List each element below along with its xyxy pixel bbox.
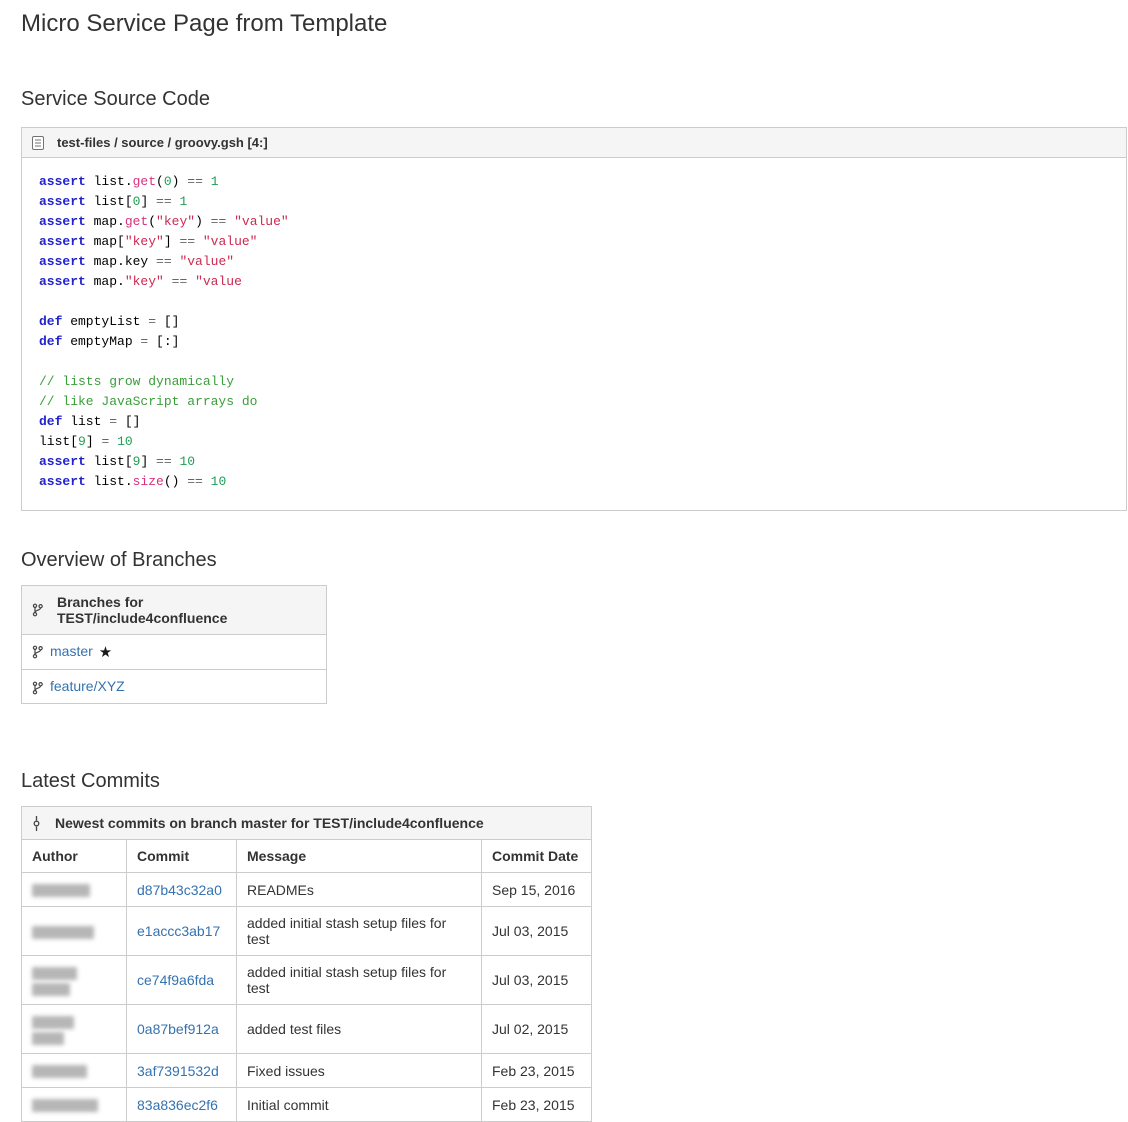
commits-rows: d87b43c32a0READMEsSep 15, 2016e1accc3ab1…	[22, 873, 592, 1122]
commit-date: Jul 02, 2015	[482, 1005, 592, 1054]
column-header-commit-date: Commit Date	[482, 840, 592, 873]
commit-row: 83a836ec2f6 Initial commitFeb 23, 2015	[22, 1088, 592, 1122]
commit-author-redacted	[22, 873, 127, 907]
branch-row: master ★	[22, 635, 327, 670]
commit-date: Jul 03, 2015	[482, 956, 592, 1005]
commit-row: 3af7391532d Fixed issuesFeb 23, 2015	[22, 1054, 592, 1088]
commit-message: Initial commit	[237, 1088, 482, 1122]
commits-panel-header: Newest commits on branch master for TEST…	[55, 815, 484, 831]
branch-icon	[32, 681, 43, 695]
code-lines: assert list.get(0) == 1assert list[0] ==…	[39, 172, 1109, 492]
commit-message: added initial stash setup files for test	[237, 907, 482, 956]
section-heading-source-code: Service Source Code	[21, 88, 1128, 111]
redacted-author-block	[32, 1032, 64, 1045]
commit-date: Feb 23, 2015	[482, 1054, 592, 1088]
commit-row: 0a87bef912a added test filesJul 02, 2015	[22, 1005, 592, 1054]
commit-date: Feb 23, 2015	[482, 1088, 592, 1122]
code-line: assert map.key == "value"	[39, 252, 1109, 272]
commit-message: added initial stash setup files for test	[237, 956, 482, 1005]
redacted-author-block	[32, 884, 90, 897]
commits-panel-title-row: Newest commits on branch master for TEST…	[22, 807, 592, 840]
code-line	[39, 352, 1109, 372]
commit-date: Jul 03, 2015	[482, 907, 592, 956]
code-line: assert list.get(0) == 1	[39, 172, 1109, 192]
commit-link[interactable]: 83a836ec2f6	[137, 1097, 218, 1113]
commit-icon	[32, 816, 41, 831]
code-block: assert list.get(0) == 1assert list[0] ==…	[22, 158, 1126, 510]
commit-link[interactable]: ce74f9a6fda	[137, 972, 214, 988]
star-icon: ★	[99, 644, 112, 661]
commit-author-redacted	[22, 1054, 127, 1088]
commit-row: d87b43c32a0 READMEsSep 15, 2016	[22, 873, 592, 907]
commits-table: Newest commits on branch master for TEST…	[21, 806, 592, 1122]
code-line: assert map.get("key") == "value"	[39, 212, 1109, 232]
column-header-message: Message	[237, 840, 482, 873]
code-line	[39, 292, 1109, 312]
branches-rows: master ★ feature/XYZ	[22, 635, 327, 704]
commit-link[interactable]: 3af7391532d	[137, 1063, 219, 1079]
branch-row: feature/XYZ	[22, 670, 327, 704]
code-panel-header: test-files / source / groovy.gsh [4:]	[22, 128, 1126, 158]
column-header-commit: Commit	[127, 840, 237, 873]
code-line: assert map."key" == "value	[39, 272, 1109, 292]
redacted-author-block	[32, 1016, 74, 1029]
code-line: assert list.size() == 10	[39, 472, 1109, 492]
code-line: def emptyList = []	[39, 312, 1109, 332]
document-icon	[32, 136, 44, 150]
commit-message: added test files	[237, 1005, 482, 1054]
code-line: assert list[0] == 1	[39, 192, 1109, 212]
redacted-author-block	[32, 926, 94, 939]
page-title: Micro Service Page from Template	[21, 10, 1128, 38]
commit-link[interactable]: d87b43c32a0	[137, 882, 222, 898]
code-line: list[9] = 10	[39, 432, 1109, 452]
commit-message: READMEs	[237, 873, 482, 907]
code-line: assert map["key"] == "value"	[39, 232, 1109, 252]
branch-icon	[32, 645, 43, 659]
page-root: Micro Service Page from Template Service…	[0, 0, 1128, 1122]
commits-column-header-row: Author Commit Message Commit Date	[22, 840, 592, 873]
code-line: def list = []	[39, 412, 1109, 432]
commit-author-redacted	[22, 1005, 127, 1054]
commit-message: Fixed issues	[237, 1054, 482, 1088]
commit-author-redacted	[22, 956, 127, 1005]
branches-panel-header: Branches for TEST/include4confluence	[57, 594, 316, 626]
redacted-author-block	[32, 1065, 87, 1078]
code-panel: test-files / source / groovy.gsh [4:] as…	[21, 127, 1127, 511]
branch-link[interactable]: master	[50, 643, 93, 659]
code-line: assert list[9] == 10	[39, 452, 1109, 472]
code-line: // like JavaScript arrays do	[39, 392, 1109, 412]
column-header-author: Author	[22, 840, 127, 873]
commit-link[interactable]: e1accc3ab17	[137, 923, 220, 939]
commit-link[interactable]: 0a87bef912a	[137, 1021, 219, 1037]
branch-icon	[32, 603, 43, 617]
commit-author-redacted	[22, 1088, 127, 1122]
code-panel-title: test-files / source / groovy.gsh [4:]	[57, 135, 268, 150]
redacted-author-block	[32, 967, 77, 980]
section-heading-commits: Latest Commits	[21, 770, 1128, 793]
branch-link[interactable]: feature/XYZ	[50, 678, 125, 694]
commit-author-redacted	[22, 907, 127, 956]
branches-panel-title-row: Branches for TEST/include4confluence	[22, 586, 327, 635]
branches-table: Branches for TEST/include4confluence mas…	[21, 585, 327, 704]
code-line: // lists grow dynamically	[39, 372, 1109, 392]
commit-date: Sep 15, 2016	[482, 873, 592, 907]
code-line: def emptyMap = [:]	[39, 332, 1109, 352]
redacted-author-block	[32, 983, 70, 996]
section-heading-branches: Overview of Branches	[21, 549, 1128, 572]
commit-row: ce74f9a6fda added initial stash setup fil…	[22, 956, 592, 1005]
commit-row: e1accc3ab17 added initial stash setup fil…	[22, 907, 592, 956]
